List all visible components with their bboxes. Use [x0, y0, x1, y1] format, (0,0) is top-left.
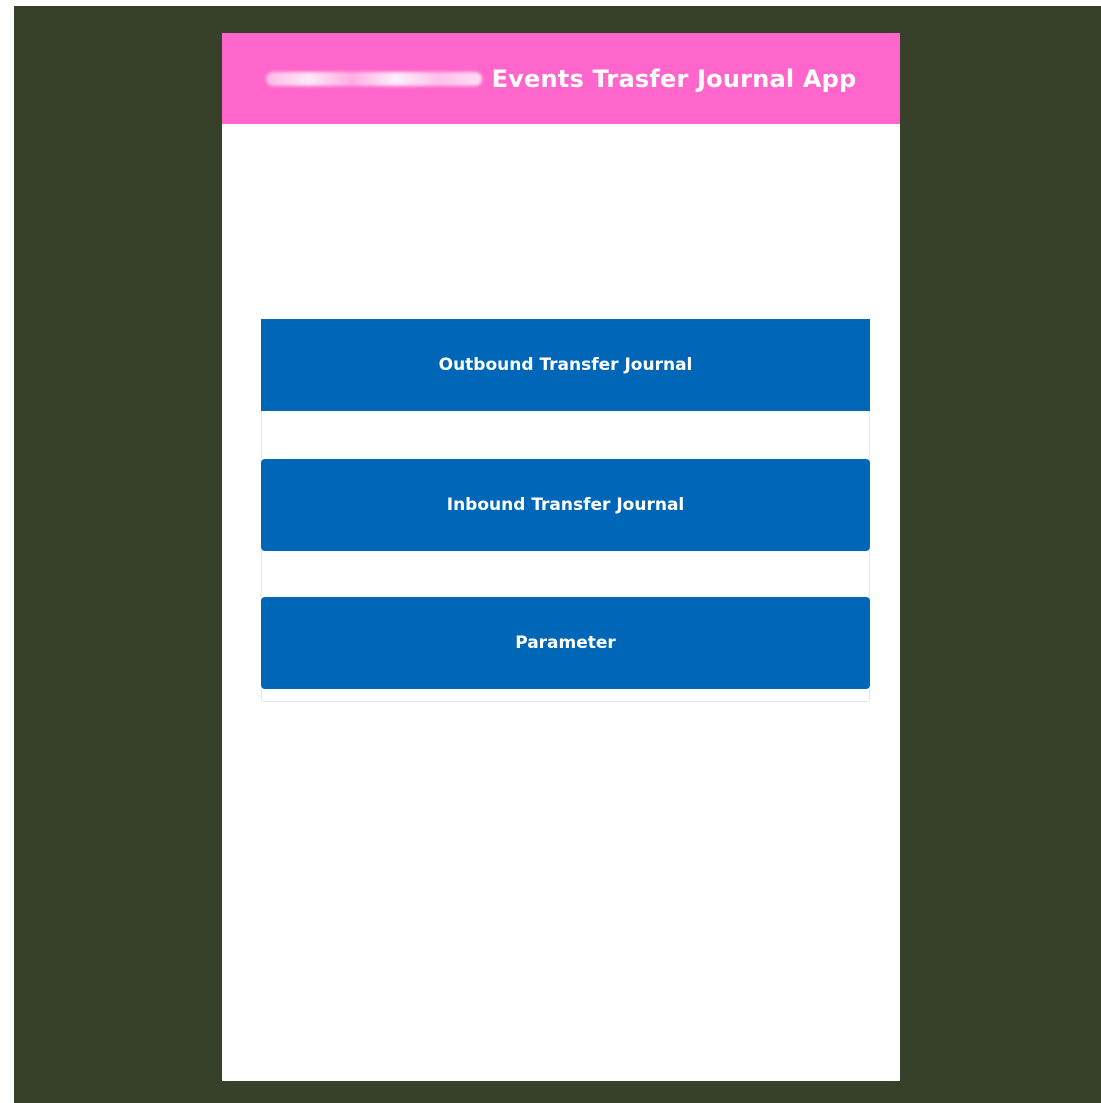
- redacted-company-name: [265, 71, 482, 86]
- app-window: Events Trasfer Journal App Outbound Tran…: [222, 33, 900, 1081]
- app-title: Events Trasfer Journal App: [491, 64, 857, 93]
- app-header: Events Trasfer Journal App: [222, 33, 900, 124]
- parameter-button[interactable]: Parameter: [261, 597, 870, 689]
- header-title-group: Events Trasfer Journal App: [265, 64, 857, 93]
- outbound-transfer-journal-button[interactable]: Outbound Transfer Journal: [261, 319, 870, 411]
- inbound-transfer-journal-button[interactable]: Inbound Transfer Journal: [261, 459, 870, 551]
- menu-card: Outbound Transfer Journal Inbound Transf…: [261, 319, 870, 702]
